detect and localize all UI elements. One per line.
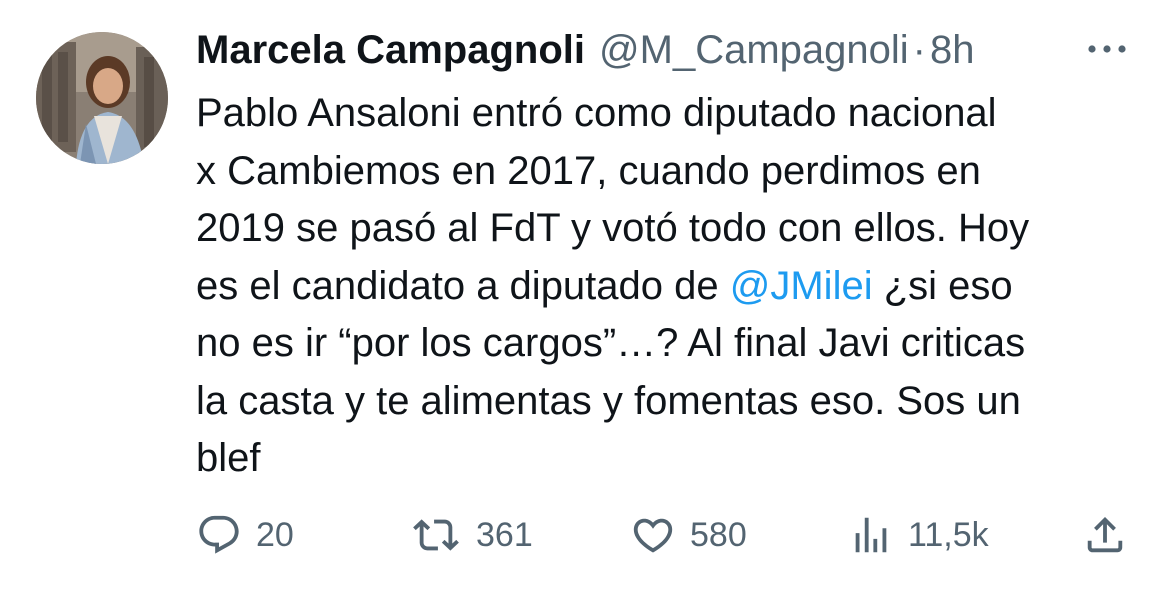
tweet-text-line: es el candidato a diputado de @JMilei ¿s… xyxy=(196,263,1013,308)
heart-icon xyxy=(630,512,676,558)
tweet-text: Pablo Ansaloni entró como diputado nacio… xyxy=(196,85,1146,488)
tweet-text-line: blef xyxy=(196,436,261,480)
like-count: 580 xyxy=(690,515,747,554)
action-bar: 20 361 580 11,5k xyxy=(0,505,1170,565)
timestamp[interactable]: 8h xyxy=(930,22,975,78)
tweet[interactable]: Marcela Campagnoli @M_Campagnoli · 8h Pa… xyxy=(0,0,1170,610)
author-name[interactable]: Marcela Campagnoli xyxy=(196,22,585,78)
retweet-count: 361 xyxy=(476,515,533,554)
avatar[interactable] xyxy=(36,32,168,164)
reply-count: 20 xyxy=(256,515,294,554)
like-button[interactable]: 580 xyxy=(630,505,747,565)
tweet-text-line: la casta y te alimentas y fomentas eso. … xyxy=(196,378,1021,423)
tweet-header: Marcela Campagnoli @M_Campagnoli · 8h xyxy=(196,22,974,78)
reply-icon xyxy=(196,512,242,558)
tweet-text-line: Pablo Ansaloni entró como diputado nacio… xyxy=(196,91,997,135)
author-handle[interactable]: @M_Campagnoli xyxy=(599,22,909,78)
avatar-photo xyxy=(36,32,168,164)
reply-button[interactable]: 20 xyxy=(196,505,294,565)
tweet-text-line: no es ir “por los cargos”…? Al final Jav… xyxy=(196,321,1026,365)
share-icon xyxy=(1082,512,1128,558)
share-button[interactable] xyxy=(1082,505,1128,565)
views-button[interactable]: 11,5k xyxy=(848,505,989,565)
mention-link[interactable]: @JMilei xyxy=(730,264,873,308)
retweet-icon xyxy=(410,512,462,558)
tweet-text-line: x Cambiemos en 2017, cuando perdimos en xyxy=(196,148,981,193)
separator-dot: · xyxy=(912,28,926,72)
views-count: 11,5k xyxy=(908,515,989,554)
views-chart-icon xyxy=(848,512,894,558)
tweet-text-line: 2019 se pasó al FdT y votó todo con ello… xyxy=(196,206,1030,250)
more-options-icon[interactable] xyxy=(1084,34,1130,64)
retweet-button[interactable]: 361 xyxy=(410,505,533,565)
